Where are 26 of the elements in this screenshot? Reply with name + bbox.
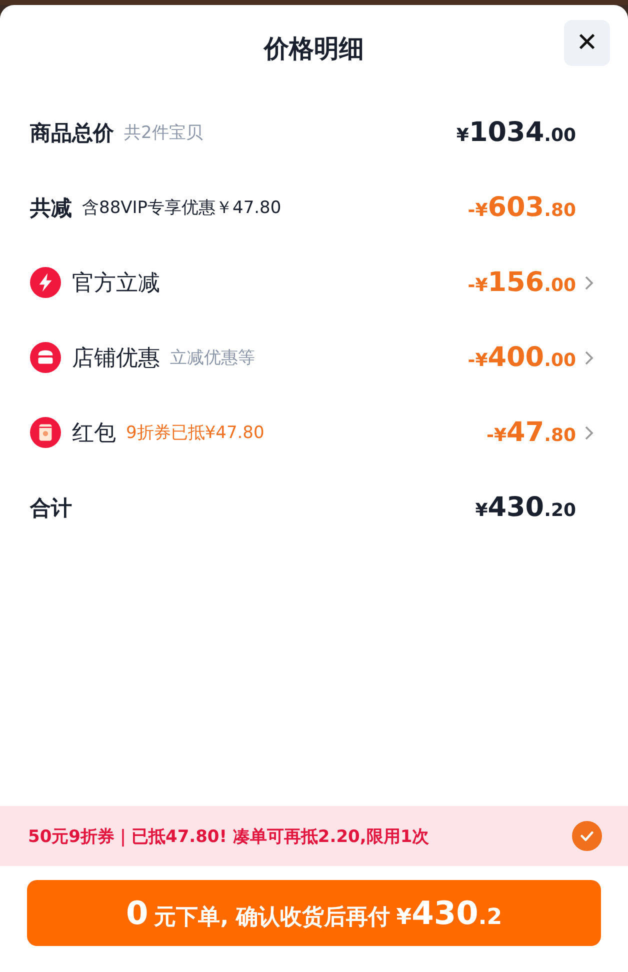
row-note: 含88VIP专享优惠￥47.80	[82, 197, 282, 219]
row-label: 商品总价	[30, 120, 114, 146]
row-note: 共2件宝贝	[124, 122, 203, 144]
row-label: 官方立减	[72, 270, 160, 298]
row-label: 合计	[30, 494, 72, 522]
row-label: 店铺优惠	[72, 344, 160, 372]
chevron-right-icon[interactable]	[584, 424, 594, 440]
price-amount: ¥1034.00	[456, 117, 576, 148]
sheet-title: 价格明细	[264, 32, 364, 64]
store-icon	[30, 342, 61, 373]
lightning-icon	[30, 267, 61, 298]
checkbox[interactable]	[572, 821, 602, 851]
row-label: 共减	[30, 194, 72, 222]
price-amount: ¥430.20	[475, 492, 576, 523]
price-amount: -¥47.80	[486, 417, 576, 448]
chevron-right-icon[interactable]	[584, 350, 594, 366]
close-button[interactable]: ✕	[564, 20, 610, 66]
price-amount: -¥400.00	[468, 342, 576, 373]
price-amount: -¥156.00	[468, 267, 576, 298]
chevron-right-icon[interactable]	[584, 274, 594, 290]
row-note: 9折券已抵¥47.80	[126, 422, 264, 444]
coupon-text: 50元9折券｜已抵47.80! 凑单可再抵2.20,限用1次	[28, 826, 430, 848]
price-amount: -¥603.80	[468, 192, 576, 223]
row-label: 红包	[72, 420, 116, 448]
envelope-icon	[30, 417, 61, 448]
row-note: 立减优惠等	[170, 347, 255, 369]
